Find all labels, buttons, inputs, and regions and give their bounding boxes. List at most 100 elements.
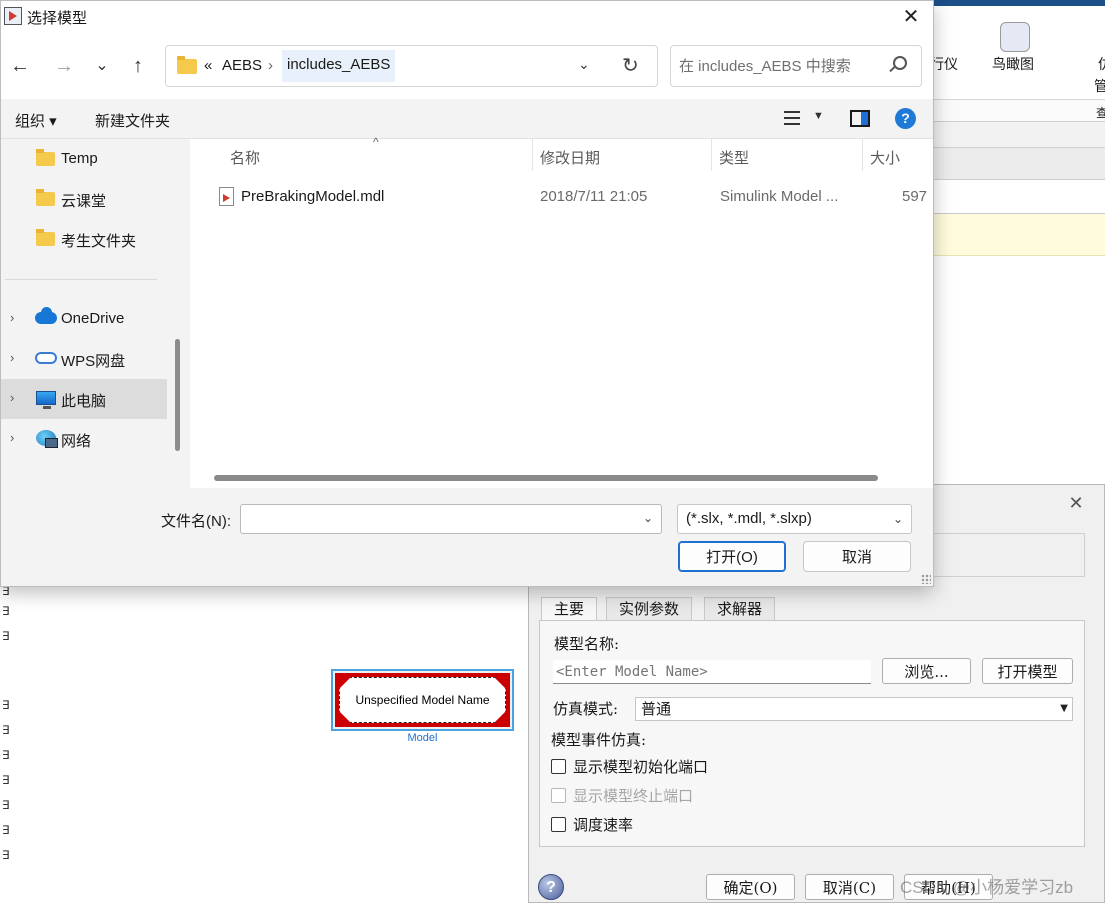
simulink-model-file-icon [219,187,234,206]
folder-icon [36,229,55,246]
open-model-button[interactable]: 打开模型 [982,658,1073,684]
tab-main[interactable]: 主要 [541,597,598,621]
view-list-icon[interactable] [784,111,800,125]
search-input[interactable] [679,56,879,76]
model-block-caption[interactable]: Model [331,732,514,744]
refresh-icon[interactable]: ↻ [622,53,639,78]
network-icon [36,430,58,448]
chevron-right-icon[interactable]: › [10,430,14,445]
sim-mode-select[interactable]: 普通 ▼ [635,697,1073,721]
block-mark: ∃ [2,798,10,812]
nav-item-network[interactable]: › 网络 [1,419,167,459]
breadcrumb-includes-aebs[interactable]: includes_AEBS [282,50,396,82]
toolstrip-partial-label-2: 仿 [1098,54,1105,74]
chevron-down-icon[interactable]: ⌄ [578,56,590,73]
block-marks-column: ∃ ∃ ∃ ∃ ∃ ∃ ∃ ∃ ∃ ∃ [0,580,20,870]
model-block-border: Unspecified Model Name [335,673,510,727]
filetype-select[interactable]: (*.slx, *.mdl, *.slxp) ⌄ [677,504,912,534]
help-icon[interactable]: ? [895,108,916,129]
block-mark: ∃ [2,604,10,618]
birdseye-label[interactable]: 鸟瞰图 [992,54,1034,74]
breadcrumb-aebs[interactable]: AEBS [222,57,262,74]
organize-button[interactable]: 组织 ▾ [15,110,57,131]
block-mark: ∃ [2,698,10,712]
resize-grip-icon[interactable] [921,574,931,584]
chevron-right-icon[interactable]: › [10,310,14,325]
nav-item-label: WPS网盘 [61,353,126,370]
navigation-pane: Temp 云课堂 考生文件夹 › OneDrive › WPS网盘 › 此电脑 … [1,139,189,488]
nav-item-candidate-folder[interactable]: 考生文件夹 [1,219,167,259]
tab-instance-params[interactable]: 实例参数 [606,597,693,621]
nav-item-wps-drive[interactable]: › WPS网盘 [1,339,167,379]
block-mark: ∃ [2,629,10,643]
param-cancel-button[interactable]: 取消(C) [805,874,894,900]
nav-item-label: 网络 [61,433,92,450]
column-header-type[interactable]: 类型 [719,147,749,168]
nav-item-this-pc[interactable]: › 此电脑 [1,379,167,419]
show-init-port-label[interactable]: 显示模型初始化端口 [573,756,708,777]
forward-arrow-icon[interactable]: → [51,53,77,79]
birdseye-icon[interactable] [1000,22,1030,52]
show-term-port-label: 显示模型终止端口 [573,787,694,805]
close-icon[interactable]: ✕ [897,4,925,30]
chevron-down-icon: ⌄ [892,512,903,526]
up-arrow-icon[interactable]: ↑ [125,53,151,79]
open-button[interactable]: 打开(O) [678,541,786,572]
chevron-down-icon: ▼ [1060,703,1068,714]
filename-input[interactable]: ⌄ [240,504,662,534]
help-icon[interactable]: ? [538,874,564,900]
horizontal-scrollbar[interactable] [214,475,878,481]
cancel-button[interactable]: 取消 [803,541,911,572]
matlab-app-icon [4,7,22,25]
toolstrip-partial-label-3: 管 [1094,78,1105,94]
model-block-text: Unspecified Model Name [339,677,506,723]
nav-item-temp[interactable]: Temp [1,139,167,179]
column-divider[interactable] [532,139,533,171]
nav-item-label: 考生文件夹 [61,233,137,250]
folder-icon [36,149,55,166]
column-divider[interactable] [862,139,863,171]
address-bar[interactable]: « AEBS › includes_AEBS ⌄ ↻ [165,45,658,87]
table-row[interactable]: PreBrakingModel.mdl 2018/7/11 21:05 Simu… [190,181,933,213]
model-name-input[interactable] [553,660,871,684]
nav-item-cloud-classroom[interactable]: 云课堂 [1,179,167,219]
breadcrumb-overflow[interactable]: « [204,57,212,74]
column-header-size[interactable]: 大小 [870,147,900,168]
chevron-right-icon[interactable]: › [10,390,14,405]
nav-item-onedrive[interactable]: › OneDrive [1,299,167,339]
browse-button[interactable]: 浏览... [882,658,971,684]
nav-scrollbar[interactable] [175,339,180,451]
block-mark: ∃ [2,723,10,737]
preview-pane-icon[interactable] [850,110,870,127]
column-header-modified[interactable]: 修改日期 [540,147,600,168]
show-init-port-checkbox[interactable] [551,759,566,774]
file-modified: 2018/7/11 21:05 [540,188,648,205]
folder-icon [36,189,55,206]
schedule-rates-label[interactable]: 调度速率 [573,814,633,835]
toolstrip-partial-label: 行仪 [930,56,958,72]
search-icon[interactable] [893,56,907,70]
title-bar: 选择模型 ✕ [1,1,933,33]
schedule-rates-checkbox[interactable] [551,817,566,832]
recent-locations-chevron-icon[interactable]: ⌄ [89,53,115,79]
ok-button[interactable]: 确定(O) [706,874,795,900]
dialog-title: 选择模型 [27,10,88,27]
column-header-name[interactable]: 名称 [230,147,260,168]
breadcrumb-separator-icon[interactable]: › [268,57,273,74]
address-row [930,180,1105,214]
tab-solver[interactable]: 求解器 [704,597,776,621]
block-mark: ∃ [2,773,10,787]
chevron-down-icon[interactable]: ⌄ [643,511,653,525]
watermark: CSDN @小杨爱学习zb [900,878,1074,897]
view-options-chevron-icon[interactable]: ▼ [813,110,824,122]
search-box[interactable] [670,45,922,87]
command-bar: 组织 ▾ 新建文件夹 ▼ ? [1,99,933,139]
model-reference-block[interactable]: Unspecified Model Name [331,669,514,731]
show-term-port-checkbox [551,788,566,803]
column-divider[interactable] [711,139,712,171]
navigation-bar: ← → ⌄ ↑ « AEBS › includes_AEBS ⌄ ↻ [1,33,933,99]
back-arrow-icon[interactable]: ← [7,53,33,79]
chevron-right-icon[interactable]: › [10,350,14,365]
new-folder-button[interactable]: 新建文件夹 [95,110,170,131]
close-icon[interactable]: ✕ [1066,493,1086,513]
